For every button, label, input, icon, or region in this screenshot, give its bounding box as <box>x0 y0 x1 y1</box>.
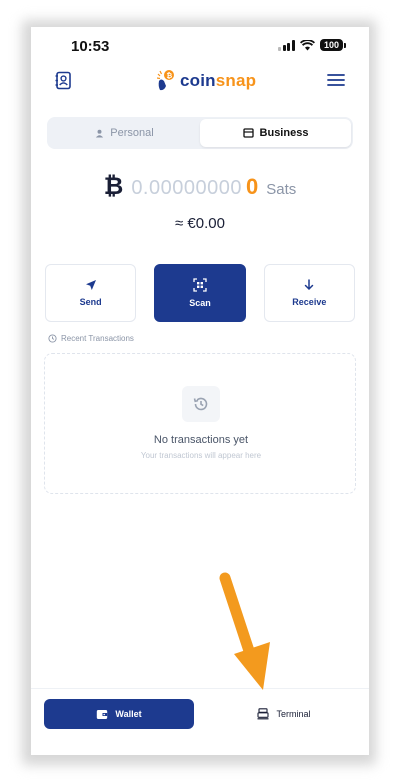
history-icon <box>48 334 57 343</box>
balance-value: 0 <box>245 174 259 199</box>
coinsnap-logo: ₿ coinsnap <box>157 69 256 93</box>
arrow-down-icon <box>305 279 314 291</box>
nav-wallet-label: Wallet <box>115 709 142 719</box>
nav-wallet-button[interactable]: Wallet <box>44 699 194 729</box>
contacts-icon[interactable] <box>55 71 73 91</box>
bottom-navigation: Wallet Terminal <box>31 688 369 755</box>
empty-state-subtitle: Your transactions will appear here <box>140 451 262 460</box>
scan-label: Scan <box>189 298 211 308</box>
receive-button[interactable]: Receive <box>263 264 355 322</box>
action-buttons: Send Scan Receive <box>45 264 355 322</box>
nav-terminal-label: Terminal <box>276 709 311 719</box>
transactions-empty-state: No transactions yet Your transactions wi… <box>44 353 356 494</box>
store-icon <box>242 128 254 138</box>
person-icon <box>96 129 104 138</box>
bitcoin-icon: ₿ <box>103 173 124 200</box>
empty-state-title: No transactions yet <box>153 434 249 446</box>
empty-history-icon <box>182 386 220 422</box>
svg-text:₿: ₿ <box>167 72 173 80</box>
status-time: 10:53 <box>71 38 110 55</box>
scan-button[interactable]: Scan <box>154 264 246 322</box>
recent-transactions-label: Recent Transactions <box>61 334 134 343</box>
status-icons: 100 <box>278 39 347 51</box>
wifi-icon <box>299 39 315 50</box>
tab-business-label: Business <box>259 127 309 139</box>
battery-icon: 100 <box>319 39 347 51</box>
send-button[interactable]: Send <box>45 264 137 322</box>
wallet-icon <box>97 709 108 719</box>
brand-name-prefix: coin <box>180 71 216 90</box>
balance-display: ₿ 0.00000000 0 Sats <box>31 173 369 201</box>
history-icon <box>193 397 208 411</box>
terminal-icon <box>257 708 270 720</box>
status-bar: 10:53 100 <box>31 27 369 67</box>
balance-unit: Sats <box>266 181 297 198</box>
receive-label: Receive <box>292 297 327 307</box>
account-type-toggle: Personal Business <box>47 117 353 149</box>
nav-terminal-button[interactable]: Terminal <box>219 699 349 729</box>
send-label: Send <box>79 297 102 307</box>
signal-icon <box>278 39 295 51</box>
tab-business[interactable]: Business <box>200 119 351 147</box>
brand-name-suffix: snap <box>215 71 257 90</box>
tab-personal[interactable]: Personal <box>49 119 200 147</box>
balance-placeholder-digits: 0.00000000 <box>131 177 242 199</box>
send-icon <box>85 280 96 290</box>
coinsnap-logo-mark: ₿ <box>157 70 174 91</box>
recent-transactions-header: Recent Transactions <box>48 334 134 343</box>
brand-name: coinsnap <box>180 71 256 91</box>
annotation-arrow-icon <box>219 572 270 690</box>
tab-personal-label: Personal <box>110 127 154 139</box>
menu-icon[interactable] <box>327 72 345 88</box>
scan-icon <box>193 278 207 292</box>
app-header: ₿ coinsnap <box>31 67 369 97</box>
fiat-balance: ≈ €0.00 <box>175 215 225 232</box>
